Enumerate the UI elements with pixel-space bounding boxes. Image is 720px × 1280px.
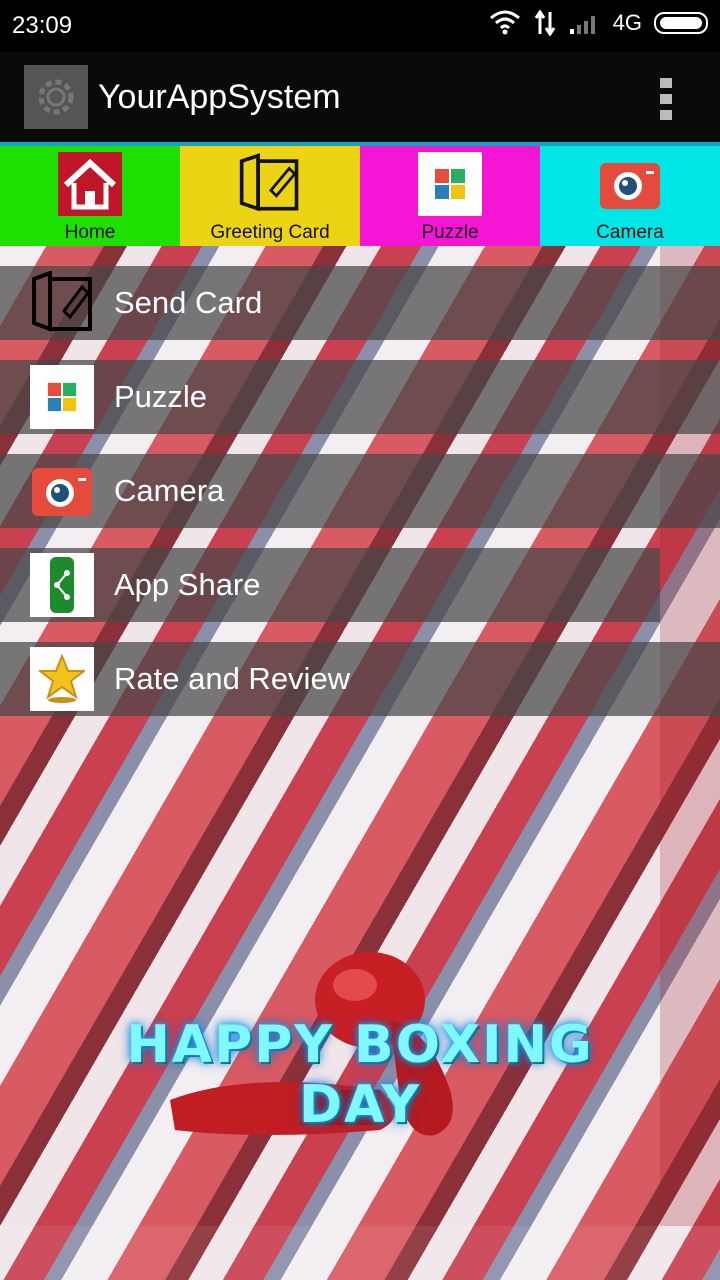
network-type: 4G [612,10,642,35]
tab-home[interactable]: Home [0,146,180,246]
app-logo[interactable] [24,65,88,129]
signal-icon [569,16,595,34]
tab-puzzle[interactable]: Puzzle [360,146,540,246]
gear-icon [38,79,74,115]
menu-item-label: App Share [114,567,261,602]
camera-icon [598,152,662,216]
menu-item-puzzle[interactable]: Puzzle [0,360,720,434]
home-icon [58,152,122,216]
overflow-menu-icon[interactable] [660,78,672,120]
data-transfer-icon [534,10,555,36]
menu-item-send-card[interactable]: Send Card [0,266,720,340]
wifi-icon [489,10,520,35]
share-icon [30,553,94,617]
status-time: 23:09 [12,12,73,39]
menu-item-camera[interactable]: Camera [0,454,720,528]
puzzle-icon [418,152,482,216]
tab-greeting-card[interactable]: Greeting Card [180,146,360,246]
edit-card-icon [238,152,302,216]
tab-bar: Home Greeting Card Puzzle Camera [0,146,720,246]
tab-label: Camera [596,222,664,243]
menu-item-label: Camera [114,473,225,508]
tab-label: Home [64,222,116,243]
action-bar: YourAppSystem [0,52,720,146]
tab-label: Puzzle [421,222,479,243]
bottom-band [0,1226,720,1280]
app-title: YourAppSystem [98,77,341,116]
menu-item-app-share[interactable]: App Share [0,548,660,622]
menu-item-label: Send Card [114,285,263,320]
menu-item-label: Puzzle [114,379,208,414]
battery-icon [654,12,708,34]
star-trophy-icon [30,647,94,711]
camera-icon [30,459,94,523]
tab-label: Greeting Card [210,222,330,243]
menu-item-rate-review[interactable]: Rate and Review [0,642,720,716]
greeting-text: HAPPY BOXING DAY [126,1015,594,1135]
edit-card-icon [30,271,94,335]
greeting-banner: HAPPY BOXING DAY [90,940,630,1140]
tab-camera[interactable]: Camera [540,146,720,246]
status-icons: 4G [489,10,708,36]
menu-list: Send Card Puzzle Camera App Share Rate a… [0,266,720,736]
puzzle-icon [30,365,94,429]
menu-item-label: Rate and Review [114,661,351,696]
status-bar: 23:09 4G [0,0,720,52]
